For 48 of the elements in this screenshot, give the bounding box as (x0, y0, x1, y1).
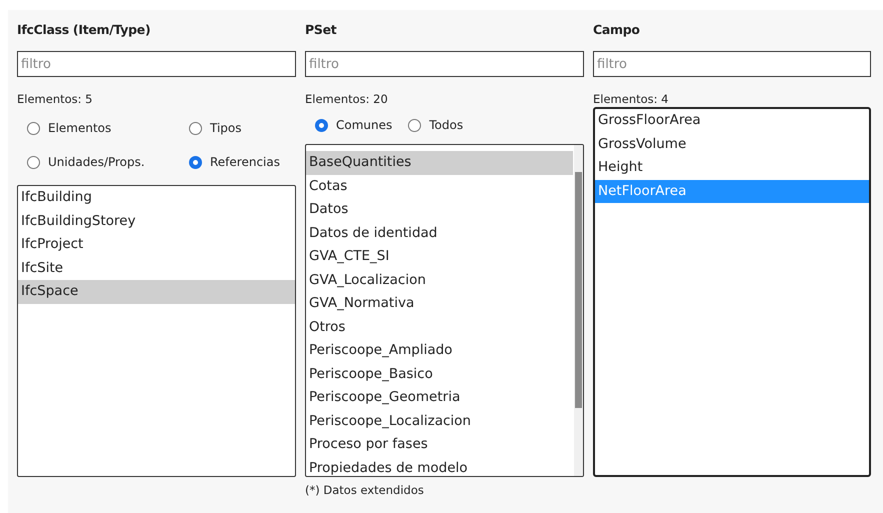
item-count: Elementos: 5 (17, 91, 94, 107)
radio-option[interactable]: Tipos (189, 117, 280, 139)
column-title: Campo (593, 21, 641, 39)
list-item[interactable]: Cotas (306, 174, 573, 198)
list-item[interactable]: Datos de identidad (306, 222, 573, 245)
list-item[interactable]: Periscoope_Localizacion (306, 410, 573, 433)
filter-field[interactable]: filtro (593, 51, 871, 77)
list-item[interactable]: GVA_CTE_SI (306, 245, 573, 268)
radio-option[interactable]: Elementos (27, 117, 173, 139)
list-item[interactable]: IfcBuilding (18, 186, 295, 210)
list-item[interactable]: GrossVolume (595, 132, 869, 156)
list-item[interactable]: GVA_Normativa (306, 292, 573, 316)
list-item[interactable]: Otros (306, 316, 573, 339)
column-title: PSet (305, 21, 338, 39)
list-box[interactable]: GrossFloorArea GrossVolume Height NetFloorArea (593, 107, 871, 477)
radio-option[interactable]: Referencias (189, 151, 280, 173)
footnote: (*) Datos extendidos (305, 482, 425, 499)
radio-icon[interactable] (27, 156, 40, 168)
scrollbar[interactable] (574, 145, 583, 476)
list-item[interactable]: IfcProject (18, 233, 295, 256)
list-box[interactable] (305, 144, 584, 477)
list-box[interactable]: IfcBuilding IfcBuildingStorey IfcProject IfcSite IfcSpace (17, 185, 296, 477)
radio-icon[interactable] (315, 118, 328, 132)
filter-field[interactable]: filtro (305, 51, 584, 77)
filter-field[interactable]: filtro (17, 51, 296, 77)
list-item[interactable]: GVA_Localizacion (306, 268, 573, 292)
list-item[interactable]: Proceso por fases (306, 433, 573, 456)
radio-option[interactable]: Todos (408, 114, 464, 136)
column-title: IfcClass (Item/Type) (17, 21, 152, 39)
radio-option[interactable]: Comunes (315, 114, 392, 136)
list-item[interactable]: Periscoope_Geometria (306, 386, 573, 410)
list-item[interactable]: IfcSpace (18, 280, 295, 304)
list-item[interactable]: BaseQuantities (306, 151, 573, 174)
list-item[interactable]: Periscoope_Basico (306, 362, 573, 386)
list-item[interactable]: Periscoope_Ampliado (306, 339, 573, 362)
list-item[interactable]: IfcSite (18, 256, 295, 280)
radio-option[interactable]: Unidades/Props. (27, 151, 173, 173)
list-item[interactable]: GrossFloorArea (595, 109, 869, 132)
item-count: Elementos: 4 (593, 91, 670, 107)
radio-icon[interactable] (408, 118, 422, 132)
radio-icon[interactable] (189, 122, 202, 134)
list-item[interactable]: Datos (306, 198, 573, 222)
item-count: Elementos: 20 (305, 91, 389, 107)
list-item[interactable]: Height (595, 156, 869, 180)
radio-icon[interactable] (189, 156, 202, 168)
radio-icon[interactable] (27, 122, 40, 134)
list-item[interactable]: IfcBuildingStorey (18, 210, 295, 233)
list-item[interactable]: Propiedades de modelo (306, 456, 573, 476)
